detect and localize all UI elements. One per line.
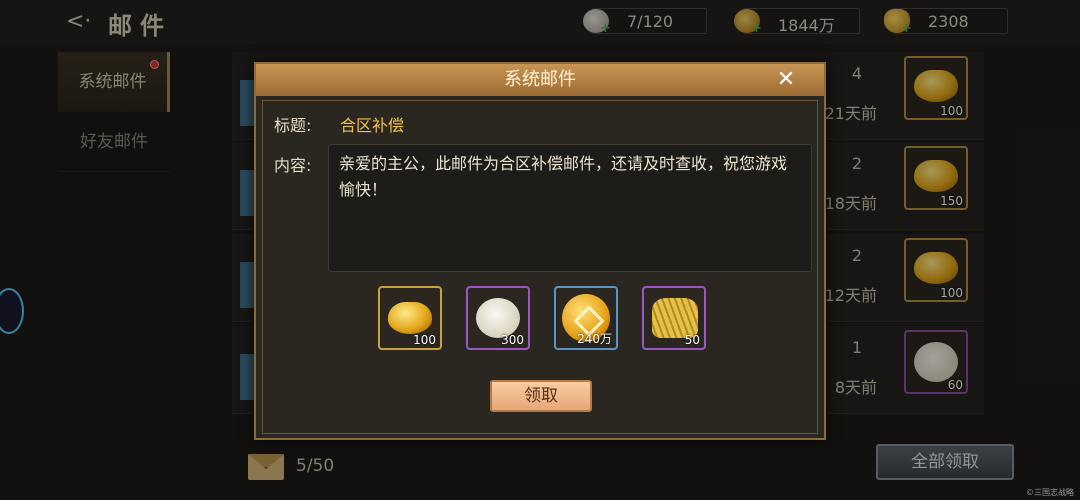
reward-item[interactable]: 100 xyxy=(378,286,442,350)
close-icon[interactable]: ✕ xyxy=(774,64,798,96)
watermark: ©三国志战略 xyxy=(1026,488,1074,497)
dialog-title: 系统邮件 xyxy=(256,64,824,96)
reward-item[interactable]: 240万 xyxy=(554,286,618,350)
mail-content: 亲爱的主公，此邮件为合区补偿邮件，还请及时查收，祝您游戏愉快！ xyxy=(328,144,812,272)
steamed-bun-icon xyxy=(476,298,520,338)
subject-value: 合区补偿 xyxy=(340,116,405,135)
reward-quantity: 100 xyxy=(413,333,436,347)
subject-label: 标题: xyxy=(274,116,312,135)
content-label: 内容: xyxy=(274,156,312,175)
gold-ingot-icon xyxy=(388,302,432,334)
reward-item[interactable]: 300 xyxy=(466,286,530,350)
claim-button[interactable]: 领取 xyxy=(490,380,592,412)
reward-quantity: 240万 xyxy=(577,332,612,346)
grain-bundle-icon xyxy=(652,298,698,338)
reward-quantity: 300 xyxy=(501,333,524,347)
reward-item[interactable]: 50 xyxy=(642,286,706,350)
system-mail-dialog: 系统邮件 ✕ 标题: 合区补偿 内容: 亲爱的主公，此邮件为合区补偿邮件，还请及… xyxy=(254,62,826,440)
dialog-title-text: 系统邮件 xyxy=(504,69,576,90)
reward-quantity: 50 xyxy=(684,333,700,347)
mail-screen: <· 邮件 + 7/120 + 1844万 + 2308 系统邮件 好友邮件 4… xyxy=(0,0,1080,500)
